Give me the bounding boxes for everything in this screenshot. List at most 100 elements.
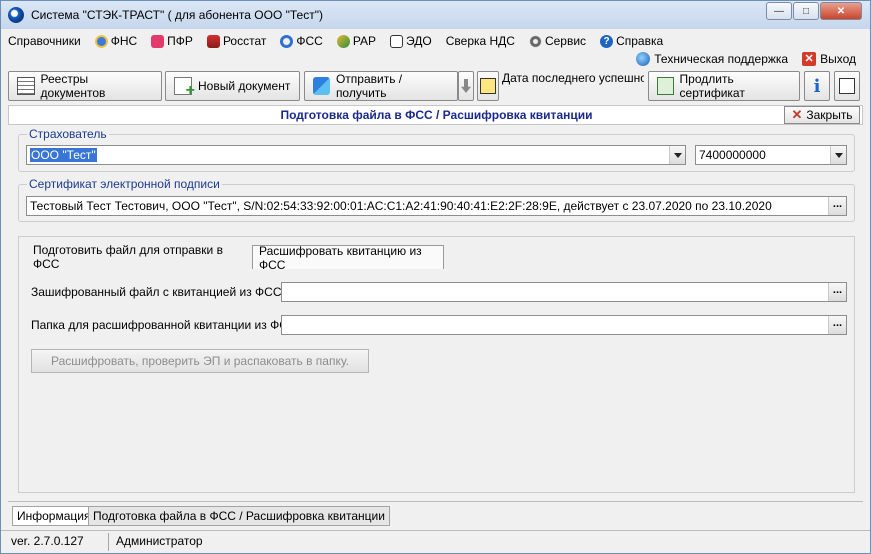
chevron-down-icon[interactable] (830, 146, 846, 164)
menu-label: РАР (352, 34, 377, 48)
fns-icon (94, 34, 108, 48)
insurer-code-value: 7400000000 (699, 148, 766, 162)
document-header: Подготовка файла в ФСС / Расшифровка кви… (8, 105, 863, 125)
tab-prepare-label: Подготовить файл для отправки в ФСС (33, 243, 223, 271)
menu-edo[interactable]: ЭДО (390, 34, 432, 48)
print-button[interactable] (477, 71, 499, 101)
rar-icon (336, 34, 350, 48)
registry-icon (17, 77, 35, 95)
support-row: Техническая поддержка ✕ Выход (636, 52, 856, 66)
insurer-value: ООО "Тест" (30, 148, 97, 162)
pfr-icon (151, 34, 165, 48)
tech-support-link[interactable]: Техническая поддержка (654, 52, 788, 66)
printer-icon (480, 78, 496, 94)
toolbar: Реестры документов Новый документ Отправ… (8, 71, 863, 103)
calculator-button[interactable] (834, 71, 860, 101)
menu-label: Росстат (222, 34, 267, 48)
encrypted-file-input[interactable]: ... (281, 282, 847, 302)
decrypt-verify-unpack-button[interactable]: Расшифровать, проверить ЭП и распаковать… (31, 349, 369, 373)
chevron-down-icon[interactable] (669, 146, 685, 164)
registry-button[interactable]: Реестры документов (8, 71, 162, 101)
fss-tabs-panel: Подготовить файл для отправки в ФСС Расш… (18, 236, 855, 493)
document-title: Подготовка файла в ФСС / Расшифровка кви… (280, 108, 593, 122)
title-bar: Система "СТЭК-ТРАСТ" ( для абонента ООО … (1, 1, 870, 29)
app-window: Система "СТЭК-ТРАСТ" ( для абонента ООО … (0, 0, 871, 554)
info-icon: i (813, 75, 821, 97)
extend-certificate-button[interactable]: Продлить сертификат (648, 71, 800, 101)
certificate-browse-button[interactable]: ... (828, 197, 846, 215)
menu-vat-check[interactable]: Сверка НДС (446, 34, 515, 48)
output-folder-input[interactable]: ... (281, 315, 847, 335)
insurer-group: Страхователь ООО "Тест" 7400000000 (18, 127, 855, 172)
maximize-button[interactable]: □ (793, 2, 819, 20)
new-document-label: Новый документ (198, 79, 291, 93)
menu-references[interactable]: Справочники (8, 34, 81, 48)
menu-label: ЭДО (406, 34, 432, 48)
status-divider (108, 533, 109, 551)
tab-prepare-file[interactable]: Подготовить файл для отправки в ФСС (27, 243, 247, 271)
new-document-button[interactable]: Новый документ (165, 71, 300, 101)
output-folder-browse-button[interactable]: ... (828, 316, 846, 334)
menu-label: Справочники (8, 34, 81, 48)
registry-label: Реестры документов (40, 72, 106, 100)
bottom-tabs: Информация Подготовка файла в ФСС / Расш… (8, 501, 863, 529)
certificate-group: Сертификат электронной подписи Тестовый … (18, 177, 855, 222)
minimize-button[interactable]: — (766, 2, 792, 20)
certificate-value: Тестовый Тест Тестович, ООО "Тест", S/N:… (30, 199, 772, 213)
certificate-field[interactable]: Тестовый Тест Тестович, ООО "Тест", S/N:… (26, 196, 847, 216)
exit-icon: ✕ (802, 52, 817, 66)
close-window-button[interactable]: ✕ (820, 2, 862, 20)
menu-pfr[interactable]: ПФР (151, 34, 193, 48)
decrypt-button-label: Расшифровать, проверить ЭП и распаковать… (51, 354, 349, 368)
gear-icon (528, 34, 542, 48)
current-user: Администратор (116, 534, 203, 548)
encrypted-file-label: Зашифрованный файл с квитанцией из ФСС (31, 285, 282, 299)
insurer-code-select[interactable]: 7400000000 (695, 145, 847, 165)
bottom-tab-info-label: Информация (17, 509, 91, 523)
encrypted-file-browse-button[interactable]: ... (828, 283, 846, 301)
fss-icon (280, 34, 294, 48)
help-icon: ? (600, 34, 614, 48)
app-logo-icon (8, 7, 24, 23)
download-arrow-button[interactable] (458, 71, 474, 101)
menu-label: ФСС (296, 34, 323, 48)
bottom-tab-current-label: Подготовка файла в ФСС / Расшифровка кви… (93, 509, 385, 523)
globe-icon (636, 52, 651, 66)
status-bar: ver. 2.7.0.127 Администратор (1, 530, 870, 553)
edo-icon (390, 34, 404, 48)
tab-decrypt-label: Расшифровать квитанцию из ФСС (259, 243, 422, 272)
menu-fns[interactable]: ФНС (94, 34, 138, 48)
menu-bar: Справочники ФНС ПФР Росстат ФСС РАР ЭДО … (8, 31, 677, 51)
menu-label: ПФР (167, 34, 193, 48)
menu-service[interactable]: Сервис (528, 34, 587, 48)
menu-rar[interactable]: РАР (336, 34, 377, 48)
new-document-icon (174, 77, 195, 100)
close-document-label: Закрыть (806, 108, 853, 122)
bottom-tab-info[interactable]: Информация (12, 506, 96, 526)
menu-help[interactable]: ? Справка (600, 34, 663, 48)
menu-label: Сервис (544, 34, 587, 48)
exit-link[interactable]: Выход (820, 52, 856, 66)
last-success-date: Дата последнего успешного (502, 71, 644, 85)
send-receive-button[interactable]: Отправить / получить (304, 71, 458, 101)
bottom-tab-current-document[interactable]: Подготовка файла в ФСС / Расшифровка кви… (88, 506, 390, 526)
menu-label: ФНС (110, 34, 138, 48)
insurer-select[interactable]: ООО "Тест" (26, 145, 686, 165)
extend-certificate-label: Продлить сертификат (679, 72, 745, 100)
menu-label: Сверка НДС (445, 34, 515, 48)
close-document-button[interactable]: ✕ Закрыть (784, 106, 860, 124)
tab-decrypt-receipt[interactable]: Расшифровать квитанцию из ФСС (252, 243, 444, 272)
send-receive-label: Отправить / получить (335, 72, 403, 100)
menu-label: Справка (616, 34, 664, 48)
menu-rosstat[interactable]: Росстат (206, 34, 267, 48)
rosstat-icon (206, 34, 220, 48)
insurer-group-label: Страхователь (27, 127, 109, 141)
send-receive-icon (313, 77, 330, 95)
certificate-group-label: Сертификат электронной подписи (27, 177, 222, 191)
output-folder-label: Папка для расшифрованной квитанции из ФС… (31, 318, 297, 332)
menu-fss[interactable]: ФСС (280, 34, 323, 48)
certificate-icon (657, 77, 674, 95)
version-text: ver. 2.7.0.127 (11, 534, 84, 548)
calculator-icon (839, 78, 855, 94)
info-button[interactable]: i (804, 71, 830, 101)
